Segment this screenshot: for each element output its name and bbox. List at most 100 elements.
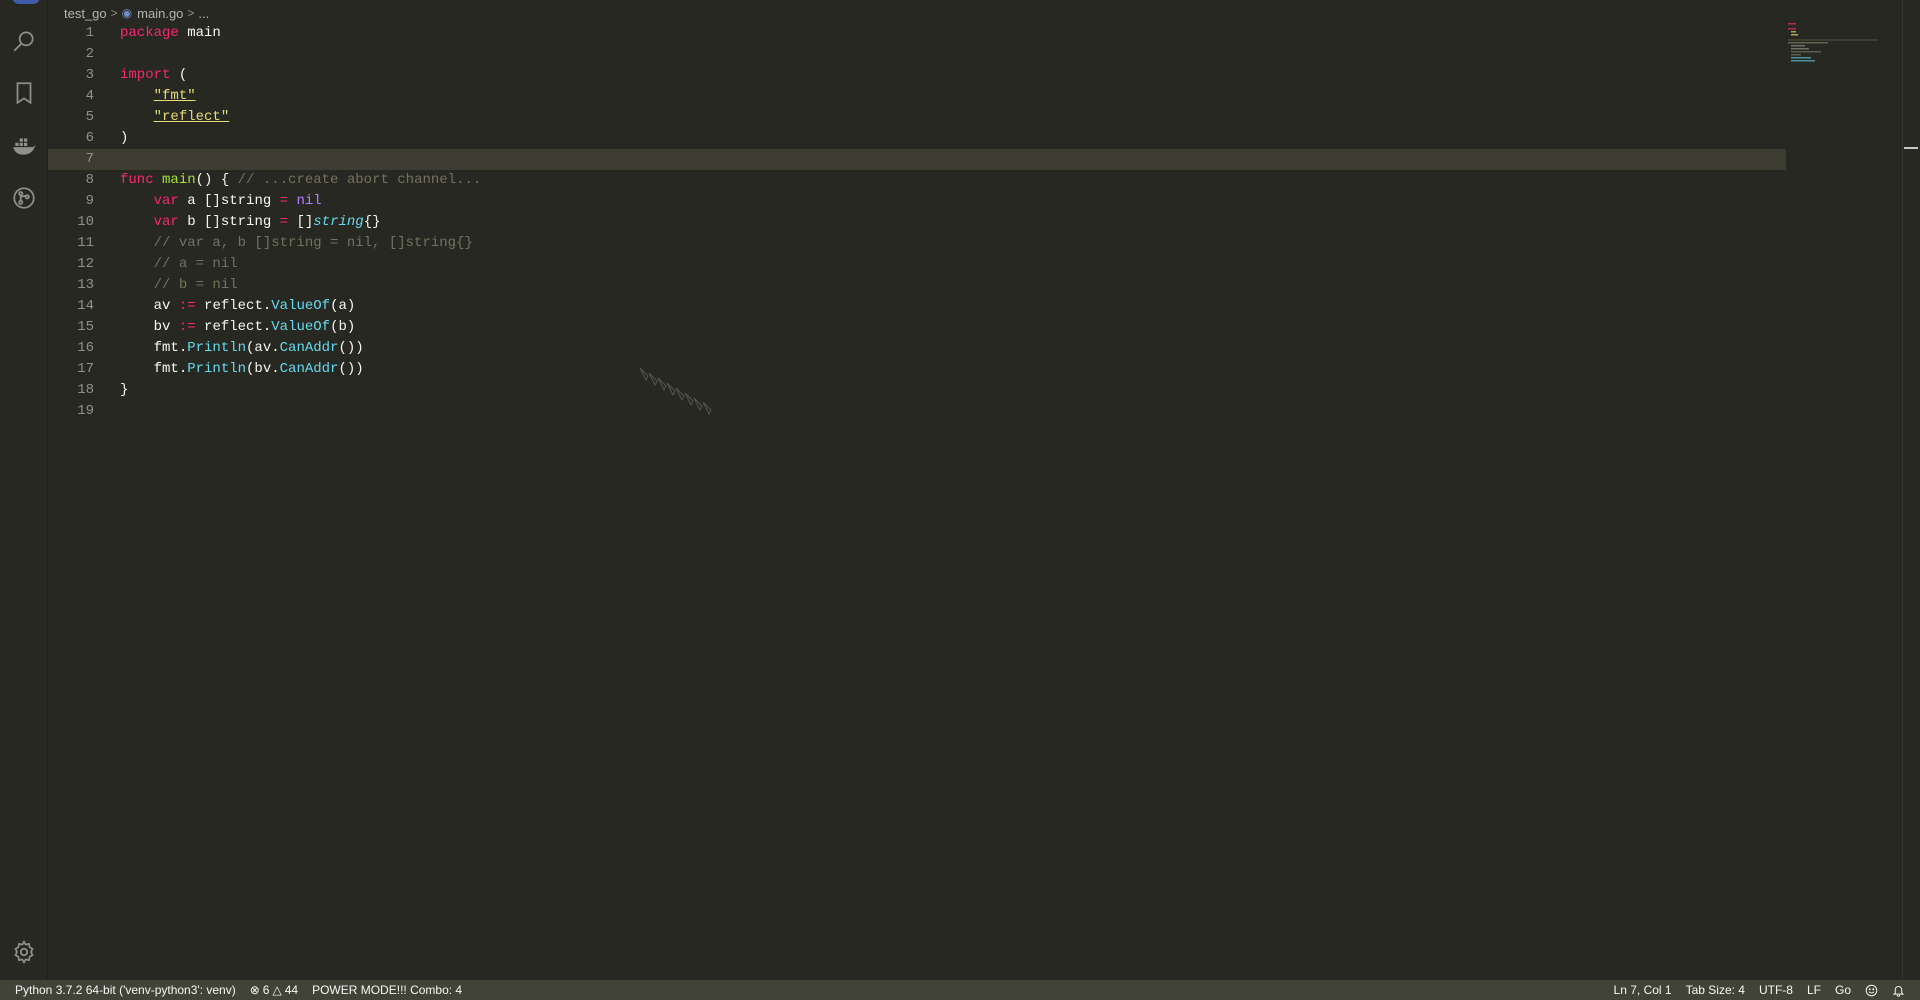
- code-line[interactable]: 9 var a []string = nil: [48, 191, 1786, 212]
- code-line[interactable]: 3 import (: [48, 65, 1786, 86]
- encoding-selector[interactable]: UTF-8: [1752, 980, 1800, 1000]
- code-token: fmt.: [153, 361, 188, 377]
- code-token: ()): [338, 361, 364, 377]
- code-line[interactable]: 19: [48, 401, 1786, 422]
- code-line[interactable]: 5 "reflect": [48, 107, 1786, 128]
- code-line[interactable]: 16 fmt.Println(av.CanAddr()): [48, 338, 1786, 359]
- code-line[interactable]: 17 fmt.Println(bv.CanAddr()): [48, 359, 1786, 380]
- line-number: 14: [77, 298, 94, 314]
- code-token: ValueOf: [271, 298, 331, 314]
- code-token: }: [120, 382, 129, 398]
- code-line[interactable]: 13 // b = nil: [48, 275, 1786, 296]
- line-number: 15: [77, 319, 94, 335]
- breadcrumb-symbol[interactable]: ...: [198, 6, 209, 21]
- code-token: b []string: [178, 214, 280, 230]
- code-token: // b = nil: [153, 277, 238, 293]
- tab-size-label: Tab Size: 4: [1685, 983, 1745, 997]
- code-token: func: [120, 172, 154, 188]
- git-graph-icon[interactable]: [10, 184, 38, 212]
- power-mode-particles: [640, 368, 712, 416]
- warning-icon: △: [272, 983, 282, 997]
- code-line[interactable]: 14 av := reflect.ValueOf(a): [48, 296, 1786, 317]
- code-line[interactable]: 15 bv := reflect.ValueOf(b): [48, 317, 1786, 338]
- code-token: import: [120, 67, 171, 83]
- line-number: 4: [85, 88, 94, 104]
- power-mode-status[interactable]: POWER MODE!!! Combo: 4: [305, 980, 469, 1000]
- breadcrumb-folder[interactable]: test_go: [64, 6, 107, 21]
- code-token: package: [120, 25, 179, 41]
- code-line[interactable]: 10 var b []string = []string{}: [48, 212, 1786, 233]
- power-mode-label: POWER MODE!!! Combo: 4: [312, 983, 463, 997]
- code-token: =: [279, 193, 289, 209]
- bookmark-icon[interactable]: [10, 79, 38, 107]
- editor: test_go > ◉ main.go > ... 1 package main …: [48, 0, 1920, 980]
- code-token: CanAddr: [279, 361, 339, 377]
- code-line[interactable]: 6): [48, 128, 1786, 149]
- code-token: var: [153, 214, 179, 230]
- line-number: 12: [77, 256, 94, 272]
- line-number: 9: [85, 193, 94, 209]
- python-interpreter-label: Python 3.7.2 64-bit ('venv-python3': ven…: [15, 983, 236, 997]
- code-token: (av.: [246, 340, 280, 356]
- line-number: 5: [85, 109, 94, 125]
- code-line[interactable]: 11 // var a, b []string = nil, []string{…: [48, 233, 1786, 254]
- code-line[interactable]: 2: [48, 44, 1786, 65]
- code-token: []: [288, 214, 314, 230]
- settings-gear-icon[interactable]: [10, 938, 38, 966]
- cursor-position-label: Ln 7, Col 1: [1613, 983, 1672, 997]
- code-line[interactable]: 1 package main: [48, 23, 1786, 44]
- code-token: // ...create abort channel...: [237, 172, 482, 188]
- chevron-right-icon: >: [110, 6, 118, 20]
- cursor-position[interactable]: Ln 7, Col 1: [1607, 980, 1679, 1000]
- docker-icon[interactable]: [10, 132, 38, 160]
- status-bar: Python 3.7.2 64-bit ('venv-python3': ven…: [0, 980, 1920, 1000]
- cursor-position-marker: [1904, 147, 1918, 149]
- tab-size-selector[interactable]: Tab Size: 4: [1679, 980, 1752, 1000]
- code-token: (b): [330, 319, 356, 335]
- warning-count: 44: [284, 983, 299, 997]
- code-line[interactable]: 18}: [48, 380, 1786, 401]
- line-number: 13: [77, 277, 94, 293]
- minimap[interactable]: [1788, 18, 1878, 68]
- code-line[interactable]: 8 func main() { // ...create abort channe…: [48, 170, 1786, 191]
- code-token: ()): [338, 340, 364, 356]
- code-token: a []string: [178, 193, 280, 209]
- line-ending-selector[interactable]: LF: [1800, 980, 1828, 1000]
- code-token: fmt.: [153, 340, 188, 356]
- line-number: 10: [77, 214, 94, 230]
- code-line[interactable]: 12 // a = nil: [48, 254, 1786, 275]
- line-number: 17: [77, 361, 94, 377]
- code-token: main: [162, 172, 196, 188]
- code-token: :=: [178, 319, 196, 335]
- notifications-bell-icon[interactable]: [1885, 980, 1912, 1000]
- feedback-smiley-icon[interactable]: [1858, 980, 1885, 1000]
- code-token: string: [313, 214, 364, 230]
- vertical-scrollbar[interactable]: [1902, 0, 1903, 980]
- code-token: (bv.: [246, 361, 280, 377]
- line-number: 11: [77, 235, 94, 251]
- line-number: 8: [85, 172, 94, 188]
- code-token: reflect.: [195, 298, 272, 314]
- code-editor[interactable]: 1 package main 2 3 import ( 4 "fmt" 5 "ref…: [48, 23, 1786, 980]
- code-token: (a): [330, 298, 356, 314]
- line-number: 7: [85, 151, 94, 167]
- python-interpreter-selector[interactable]: Python 3.7.2 64-bit ('venv-python3': ven…: [8, 980, 243, 1000]
- code-token: reflect.: [195, 319, 272, 335]
- code-token: Println: [187, 361, 247, 377]
- breadcrumb: test_go > ◉ main.go > ...: [64, 2, 209, 24]
- current-code-line[interactable]: 7: [48, 149, 1786, 170]
- go-file-icon: ◉: [121, 6, 133, 20]
- line-number: 3: [85, 67, 94, 83]
- line-number: 19: [77, 403, 94, 419]
- encoding-label: UTF-8: [1758, 983, 1793, 997]
- problems-indicator[interactable]: ⊗ 6 △ 44: [243, 980, 305, 1000]
- breadcrumb-file[interactable]: main.go: [137, 6, 183, 21]
- chevron-right-icon: >: [187, 6, 195, 20]
- code-token: main: [178, 25, 221, 41]
- language-mode-selector[interactable]: Go: [1828, 980, 1858, 1000]
- error-count: 6: [262, 983, 270, 997]
- code-token: =: [279, 214, 289, 230]
- search-icon[interactable]: [10, 27, 38, 55]
- code-line[interactable]: 4 "fmt": [48, 86, 1786, 107]
- line-number: 16: [77, 340, 94, 356]
